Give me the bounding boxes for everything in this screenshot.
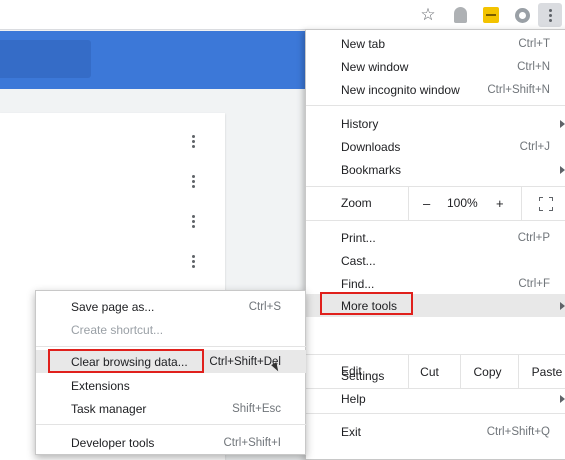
menu-item-shortcut: Ctrl+J [519, 140, 550, 153]
card-more-icon[interactable] [192, 215, 195, 228]
zoom-row: Zoom – + 100% [306, 187, 565, 220]
menu-item-history[interactable]: History [306, 112, 565, 135]
submenu-item-developer-tools[interactable]: Developer tools Ctrl+Shift+I [36, 431, 306, 454]
submenu-item-task-manager[interactable]: Task manager Shift+Esc [36, 397, 306, 420]
submenu-arrow-icon [560, 301, 565, 310]
submenu-item-label: Save page as... [71, 299, 155, 314]
menu-item-help[interactable]: Help [306, 387, 565, 410]
star-icon[interactable]: ☆ [416, 3, 440, 27]
submenu-item-label: Task manager [71, 401, 147, 416]
card-more-icon[interactable] [192, 135, 195, 148]
menu-item-shortcut: Ctrl+T [518, 37, 550, 50]
submenu-item-shortcut: Ctrl+Shift+I [223, 436, 281, 449]
menu-item-settings[interactable]: Settings [306, 364, 565, 387]
menu-item-label: History [341, 116, 379, 131]
browser-toolbar: ☆ [0, 0, 565, 30]
circle-extension-icon[interactable] [510, 3, 534, 27]
kebab-menu-icon[interactable] [538, 3, 562, 27]
menu-item-new-tab[interactable]: New tab Ctrl+T [306, 32, 565, 55]
yellow-extension-icon[interactable] [479, 3, 503, 27]
fullscreen-icon[interactable] [539, 197, 553, 211]
submenu-item-shortcut: Ctrl+S [248, 300, 281, 313]
menu-separator [306, 105, 565, 106]
menu-item-shortcut: Ctrl+Shift+Q [486, 425, 550, 438]
submenu-item-create-shortcut: Create shortcut... [36, 318, 306, 341]
menu-item-label: Cast... [341, 253, 376, 268]
submenu-item-label: Developer tools [71, 435, 155, 450]
highlight-box-clear-browsing-data [48, 349, 204, 373]
submenu-separator [36, 346, 306, 347]
page-header-bar [0, 31, 320, 89]
menu-item-label: New incognito window [341, 82, 460, 97]
menu-item-label: Help [341, 391, 366, 406]
menu-item-label: Downloads [341, 139, 401, 154]
menu-item-downloads[interactable]: Downloads Ctrl+J [306, 135, 565, 158]
submenu-separator [36, 424, 306, 425]
menu-item-label: Exit [341, 424, 362, 439]
chrome-main-menu: New tab Ctrl+T New window Ctrl+N New inc… [305, 29, 565, 460]
menu-separator [306, 413, 565, 414]
menu-item-cast[interactable]: Cast... [306, 249, 565, 272]
submenu-item-shortcut: Shift+Esc [232, 402, 281, 415]
submenu-item-label: Extensions [71, 378, 130, 393]
more-tools-submenu: Save page as... Ctrl+S Create shortcut..… [35, 290, 306, 455]
card-more-icon[interactable] [192, 175, 195, 188]
menu-item-new-window[interactable]: New window Ctrl+N [306, 55, 565, 78]
menu-item-exit[interactable]: Exit Ctrl+Shift+Q [306, 420, 565, 443]
menu-item-shortcut: Ctrl+N [517, 60, 550, 73]
menu-item-shortcut: Ctrl+Shift+N [487, 83, 550, 96]
submenu-arrow-icon [560, 119, 565, 128]
submenu-item-label: Create shortcut... [71, 322, 164, 337]
menu-item-print[interactable]: Print... Ctrl+P [306, 226, 565, 249]
submenu-item-extensions[interactable]: Extensions [36, 374, 306, 397]
submenu-item-save-page-as[interactable]: Save page as... Ctrl+S [36, 295, 306, 318]
highlight-box-more-tools [320, 292, 413, 315]
submenu-arrow-icon [560, 394, 565, 403]
fullscreen-cell[interactable] [521, 187, 565, 220]
ghost-extension-icon[interactable] [448, 3, 472, 27]
zoom-level: 100% [447, 196, 478, 210]
page-search-box[interactable] [0, 40, 91, 78]
menu-separator [306, 220, 565, 221]
submenu-arrow-icon [560, 165, 565, 174]
menu-item-label: New tab [341, 36, 386, 51]
card-more-icon[interactable] [192, 255, 195, 268]
menu-item-bookmarks[interactable]: Bookmarks [306, 158, 565, 181]
menu-item-label: Print... [341, 230, 376, 245]
menu-item-label: Bookmarks [341, 162, 402, 177]
submenu-item-shortcut: Ctrl+Shift+Del [209, 355, 281, 368]
menu-item-label: Find... [341, 276, 375, 291]
menu-item-shortcut: Ctrl+P [517, 231, 550, 244]
menu-item-new-incognito-window[interactable]: New incognito window Ctrl+Shift+N [306, 78, 565, 101]
menu-item-label: Settings [341, 368, 385, 383]
zoom-in-button[interactable]: + [496, 196, 504, 211]
zoom-label: Zoom [341, 196, 372, 210]
menu-item-shortcut: Ctrl+F [518, 277, 550, 290]
zoom-out-button[interactable]: – [423, 196, 430, 211]
menu-item-label: New window [341, 59, 409, 74]
